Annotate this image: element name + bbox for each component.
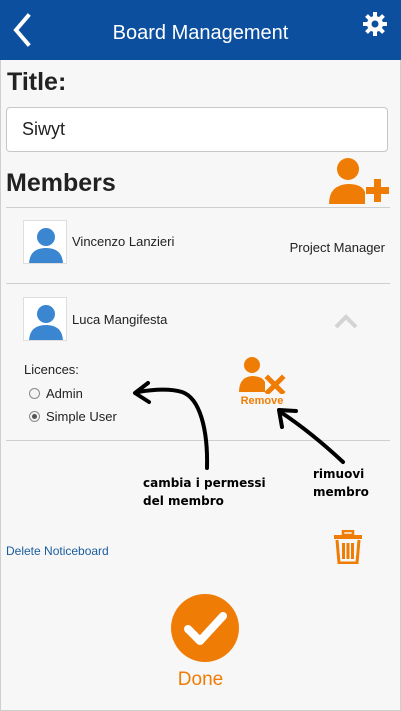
member-name: Vincenzo Lanzieri: [72, 234, 175, 249]
header-bar: Board Management: [0, 0, 401, 60]
radio-simple-user[interactable]: Simple User: [29, 409, 117, 424]
title-input[interactable]: Siwyt: [6, 107, 388, 152]
annotation-line: membro: [313, 485, 369, 499]
radio-label: Simple User: [46, 409, 117, 424]
annotation-permissions: cambia i permessi del membro: [143, 474, 266, 510]
radio-admin[interactable]: Admin: [29, 386, 83, 401]
radio-button[interactable]: [29, 388, 40, 399]
title-input-value: Siwyt: [22, 119, 66, 139]
user-icon: [29, 228, 63, 263]
radio-button[interactable]: [29, 411, 40, 422]
member-name: Luca Mangifesta: [72, 312, 168, 327]
avatar: [23, 220, 67, 264]
annotation-line: rimuovi: [313, 467, 365, 481]
add-member-icon[interactable]: [328, 156, 392, 206]
user-icon: [29, 305, 63, 340]
remove-user-icon: [239, 357, 286, 396]
members-label: Members: [6, 169, 116, 197]
licences-label: Licences:: [24, 362, 79, 377]
done-label: Done: [177, 669, 224, 690]
divider: [6, 207, 390, 208]
annotation-line: cambia i permessi: [143, 476, 266, 490]
checkmark-icon: [171, 594, 239, 662]
trash-icon[interactable]: [332, 530, 364, 564]
page-title: Board Management: [112, 22, 289, 44]
remove-label: Remove: [240, 395, 284, 407]
radio-label: Admin: [46, 386, 83, 401]
avatar: [23, 297, 67, 341]
divider: [6, 283, 390, 284]
delete-noticeboard-link[interactable]: Delete Noticeboard: [6, 544, 109, 558]
annotation-line: del membro: [143, 494, 224, 508]
annotation-remove: rimuovi membro: [313, 465, 369, 501]
divider: [6, 440, 390, 441]
chevron-up-icon[interactable]: [332, 312, 360, 330]
member-role: Project Manager: [289, 240, 385, 255]
remove-member-button[interactable]: Remove: [237, 356, 287, 408]
title-label: Title:: [7, 68, 67, 96]
gear-icon[interactable]: [362, 11, 388, 37]
